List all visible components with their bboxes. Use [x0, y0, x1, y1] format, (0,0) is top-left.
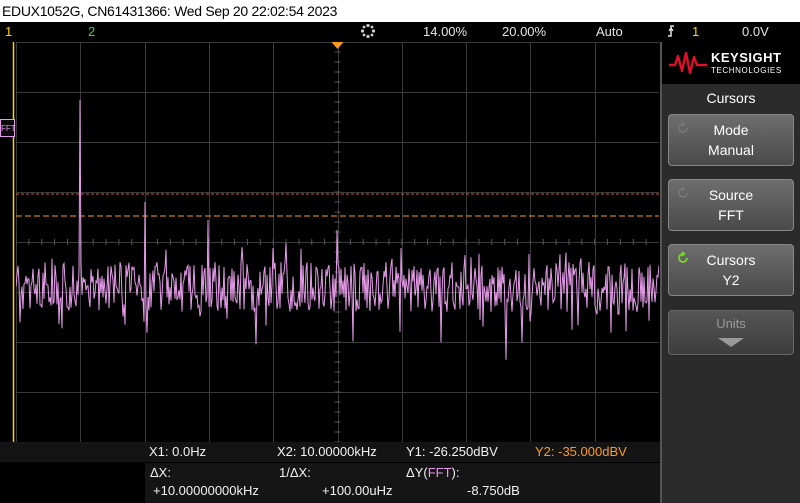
channel-1-indicator[interactable]: 1	[5, 24, 12, 39]
delta-x-label: ΔX:	[150, 465, 171, 480]
fft-reference-marker[interactable]: FFT	[0, 119, 16, 137]
graticule	[16, 42, 659, 442]
delta-x-value: +10.00000000kHz	[153, 483, 259, 498]
cursors-softkey[interactable]: Cursors Y2	[668, 244, 794, 296]
trigger-level[interactable]: 0.0V	[742, 24, 769, 39]
y1-readout: Y1: -26.250dBV	[406, 444, 498, 459]
y2-readout: Y2: -35.000dBV	[535, 444, 627, 459]
brand-subtitle: TECHNOLOGIES	[711, 66, 782, 75]
delta-y-value: -8.750dB	[467, 483, 520, 498]
brand-name: KEYSIGHT	[711, 50, 782, 65]
waveform-display[interactable]	[16, 42, 659, 442]
keysight-logo: KEYSIGHT TECHNOLOGIES	[662, 42, 800, 84]
source-softkey[interactable]: Source FFT	[668, 179, 794, 231]
inverse-delta-x-label: 1/ΔX:	[279, 465, 311, 480]
channel-2-indicator[interactable]: 2	[88, 24, 95, 39]
softkey-label: Source	[708, 187, 754, 203]
softkey-panel: KEYSIGHT TECHNOLOGIES Cursors Mode Manua…	[660, 42, 800, 503]
window-title: EDUX1052G, CN61431366: Wed Sep 20 22:02:…	[2, 3, 338, 19]
sample-rate-readout[interactable]: 20.00%	[502, 24, 546, 39]
down-arrow-icon	[718, 338, 744, 347]
channel-1-edge-marker	[12, 42, 15, 442]
cursor-readout-panel: X1: 0.0Hz X2: 10.00000kHz Y1: -26.250dBV…	[0, 442, 660, 503]
trigger-mode[interactable]: Auto	[596, 24, 623, 39]
keysight-wave-icon	[669, 51, 707, 75]
softkey-value: Manual	[708, 142, 754, 158]
cursor-values-row: X1: 0.0Hz X2: 10.00000kHz Y1: -26.250dBV…	[0, 442, 660, 462]
softkey-label: Cursors	[706, 252, 756, 268]
softkey-label: Units	[716, 316, 746, 331]
inverse-delta-x-value: +100.00uHz	[322, 483, 393, 498]
x1-readout: X1: 0.0Hz	[149, 444, 207, 459]
softkey-value: FFT	[718, 207, 744, 223]
mode-softkey[interactable]: Mode Manual	[668, 114, 794, 166]
softkey-value: Y2	[722, 272, 740, 288]
trigger-edge-icon	[666, 24, 676, 41]
delta-y-source: FFT	[427, 465, 452, 480]
delta-y-label: ΔY(FFT):	[406, 465, 460, 480]
window-title-bar: EDUX1052G, CN61431366: Wed Sep 20 22:02:…	[0, 0, 800, 22]
time-scale-readout[interactable]: 14.00%	[423, 24, 467, 39]
status-bar: 1 2 14.00% 20.00% Auto 1 0.0V	[0, 22, 800, 42]
trigger-position-marker	[331, 42, 344, 49]
fft-trace	[16, 99, 659, 360]
menu-title: Cursors	[706, 90, 756, 106]
trigger-source[interactable]: 1	[692, 24, 699, 39]
x2-readout: X2: 10.00000kHz	[277, 444, 377, 459]
softkey-label: Mode	[713, 122, 749, 138]
units-softkey[interactable]: Units	[668, 310, 794, 355]
run-stop-icon[interactable]	[360, 23, 376, 42]
